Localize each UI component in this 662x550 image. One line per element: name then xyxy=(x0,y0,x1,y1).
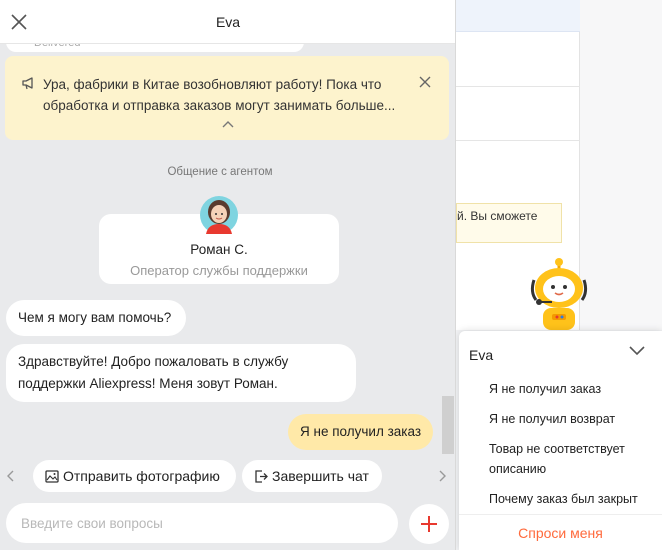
chevron-down-icon[interactable] xyxy=(628,345,646,357)
quick-panel-title: Eva xyxy=(469,347,494,363)
background-text-snippet: й. Вы сможете xyxy=(456,203,562,243)
background-divider xyxy=(456,86,580,87)
add-button[interactable] xyxy=(409,504,449,544)
message-input[interactable] xyxy=(6,503,398,543)
chat-window: Delivered Eva Ура, фабрики в Китае возоб… xyxy=(0,0,456,550)
chat-title: Eva xyxy=(215,14,241,30)
send-photo-label: Отправить фотографию xyxy=(63,468,220,484)
agent-avatar xyxy=(200,196,238,234)
background-right-column xyxy=(580,0,662,330)
megaphone-icon xyxy=(22,77,33,90)
background-header-strip xyxy=(456,0,580,32)
notice-text: Ура, фабрики в Китае возобновляют работу… xyxy=(43,77,396,113)
agent-message-bubble: Чем я могу вам помочь? xyxy=(6,300,186,336)
quick-actions-row: Отправить фотографию Завершить чат xyxy=(0,458,455,494)
close-icon[interactable] xyxy=(419,76,431,88)
robot-mascot-icon[interactable] xyxy=(526,258,592,334)
background-divider xyxy=(456,140,580,141)
end-chat-label: Завершить чат xyxy=(272,468,369,484)
exit-icon xyxy=(255,470,268,483)
agent-role: Оператор службы поддержки xyxy=(130,263,308,278)
quick-question-item[interactable]: Почему заказ был закрыт xyxy=(489,489,652,509)
send-photo-button[interactable]: Отправить фотографию xyxy=(33,460,236,492)
ask-me-button[interactable]: Спроси меня xyxy=(459,514,662,550)
quick-questions-panel: Eva Я не получил заказ Я не получил возв… xyxy=(459,331,662,550)
system-label: Общение с агентом xyxy=(167,166,273,178)
user-message-bubble: Я не получил заказ xyxy=(288,414,433,450)
chat-header: Eva xyxy=(0,0,455,44)
chevron-left-icon[interactable] xyxy=(6,470,16,482)
end-chat-button[interactable]: Завершить чат xyxy=(242,460,382,492)
notice-banner: Ура, фабрики в Китае возобновляют работу… xyxy=(5,56,449,140)
agent-name: Роман С. xyxy=(190,242,248,257)
quick-question-list: Я не получил заказ Я не получил возврат … xyxy=(489,379,652,519)
plus-icon xyxy=(421,516,437,532)
scrollbar-thumb[interactable] xyxy=(442,396,454,454)
quick-question-item[interactable]: Я не получил заказ xyxy=(489,379,652,399)
quick-question-item[interactable]: Товар не соответствует описанию xyxy=(489,439,629,479)
image-icon xyxy=(45,470,59,483)
chevron-right-icon[interactable] xyxy=(437,470,447,482)
agent-message-bubble: Здравствуйте! Добро пожаловать в службу … xyxy=(6,344,356,402)
chevron-up-icon[interactable] xyxy=(221,120,235,129)
quick-question-item[interactable]: Я не получил возврат xyxy=(489,409,652,429)
